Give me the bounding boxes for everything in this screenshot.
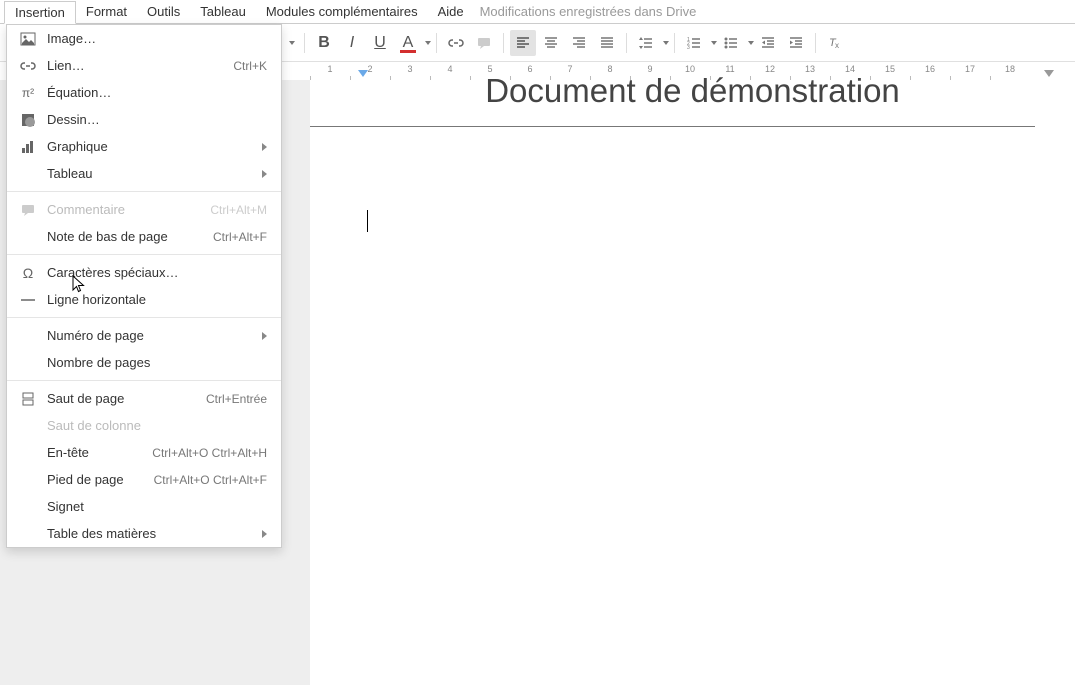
menu-item-caracteres-speciaux[interactable]: Ω Caractères spéciaux… [7, 259, 281, 286]
equation-icon: π² [19, 84, 37, 102]
blank-icon [19, 525, 37, 543]
submenu-arrow-icon [262, 170, 267, 178]
separator [674, 33, 675, 53]
bold-button[interactable]: B [311, 30, 337, 56]
menu-item-table-matieres[interactable]: Table des matières [7, 520, 281, 547]
save-status: Modifications enregistrées dans Drive [480, 4, 697, 19]
menu-separator [7, 254, 281, 255]
separator [304, 33, 305, 53]
menu-separator [7, 317, 281, 318]
submenu-arrow-icon [262, 530, 267, 538]
menu-outils[interactable]: Outils [137, 1, 190, 22]
decrease-indent-button[interactable] [755, 30, 781, 56]
line-spacing-button[interactable] [633, 30, 659, 56]
menu-item-numero-page[interactable]: Numéro de page [7, 322, 281, 349]
document-page[interactable]: Document de démonstration [310, 80, 1075, 685]
blank-icon [19, 471, 37, 489]
document-title: Document de démonstration [310, 72, 1075, 110]
drawing-icon [19, 111, 37, 129]
menu-item-dessin[interactable]: Dessin… [7, 106, 281, 133]
menu-item-ligne-horizontale[interactable]: Ligne horizontale [7, 286, 281, 313]
menu-aide[interactable]: Aide [428, 1, 474, 22]
insertion-dropdown: Image… Lien… Ctrl+K π² Équation… Dessin…… [6, 24, 282, 548]
menu-separator [7, 191, 281, 192]
align-left-button[interactable] [510, 30, 536, 56]
chart-icon [19, 138, 37, 156]
bulleted-list-button[interactable] [718, 30, 744, 56]
menu-modules[interactable]: Modules complémentaires [256, 1, 428, 22]
dropdown-arrow-icon[interactable] [711, 41, 717, 45]
blank-icon [19, 444, 37, 462]
link-button[interactable] [443, 30, 469, 56]
text-color-button[interactable]: A [395, 30, 421, 56]
title-underline [310, 126, 1035, 127]
clear-formatting-button[interactable]: Tx [822, 30, 848, 56]
align-right-button[interactable] [566, 30, 592, 56]
blank-icon [19, 327, 37, 345]
separator [626, 33, 627, 53]
menu-format[interactable]: Format [76, 1, 137, 22]
menu-item-saut-colonne: Saut de colonne [7, 412, 281, 439]
menu-item-graphique[interactable]: Graphique [7, 133, 281, 160]
submenu-arrow-icon [262, 143, 267, 151]
menu-item-note-bas[interactable]: Note de bas de page Ctrl+Alt+F [7, 223, 281, 250]
omega-icon: Ω [19, 264, 37, 282]
horizontal-line-icon [19, 291, 37, 309]
separator [436, 33, 437, 53]
menu-insertion[interactable]: Insertion [4, 1, 76, 24]
submenu-arrow-icon [262, 332, 267, 340]
image-icon [19, 30, 37, 48]
dropdown-arrow-icon[interactable] [748, 41, 754, 45]
menu-item-pied-page[interactable]: Pied de page Ctrl+Alt+O Ctrl+Alt+F [7, 466, 281, 493]
svg-text:x: x [835, 41, 839, 50]
menu-item-commentaire: Commentaire Ctrl+Alt+M [7, 196, 281, 223]
separator [815, 33, 816, 53]
blank-icon [19, 165, 37, 183]
increase-indent-button[interactable] [783, 30, 809, 56]
font-size-dropdown[interactable] [282, 30, 299, 56]
numbered-list-button[interactable]: 123 [681, 30, 707, 56]
blank-icon [19, 498, 37, 516]
align-center-button[interactable] [538, 30, 564, 56]
blank-icon [19, 228, 37, 246]
text-cursor [367, 210, 368, 232]
menu-separator [7, 380, 281, 381]
menu-item-entete[interactable]: En-tête Ctrl+Alt+O Ctrl+Alt+H [7, 439, 281, 466]
menu-tableau[interactable]: Tableau [190, 1, 256, 22]
comment-button[interactable] [471, 30, 497, 56]
svg-text:3: 3 [687, 45, 690, 51]
separator [503, 33, 504, 53]
dropdown-arrow-icon[interactable] [425, 41, 431, 45]
menu-item-signet[interactable]: Signet [7, 493, 281, 520]
dropdown-arrow-icon[interactable] [663, 41, 669, 45]
menubar: Insertion Format Outils Tableau Modules … [0, 0, 1075, 24]
comment-icon [19, 201, 37, 219]
blank-icon [19, 417, 37, 435]
menu-item-lien[interactable]: Lien… Ctrl+K [7, 52, 281, 79]
italic-button[interactable]: I [339, 30, 365, 56]
menu-item-nombre-pages[interactable]: Nombre de pages [7, 349, 281, 376]
link-icon [19, 57, 37, 75]
menu-item-equation[interactable]: π² Équation… [7, 79, 281, 106]
menu-item-tableau[interactable]: Tableau [7, 160, 281, 187]
underline-button[interactable]: U [367, 30, 393, 56]
menu-item-saut-page[interactable]: Saut de page Ctrl+Entrée [7, 385, 281, 412]
blank-icon [19, 354, 37, 372]
align-justify-button[interactable] [594, 30, 620, 56]
menu-item-image[interactable]: Image… [7, 25, 281, 52]
page-break-icon [19, 390, 37, 408]
